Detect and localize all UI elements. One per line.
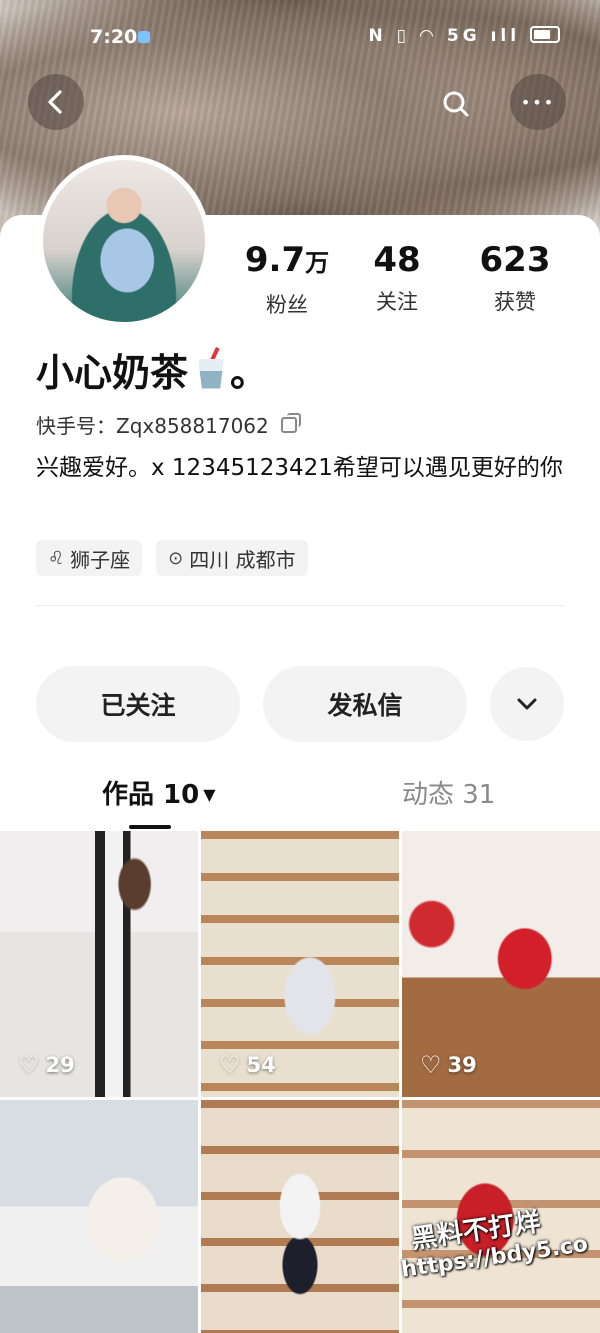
more-actions-button[interactable]: [490, 667, 564, 741]
content-tabs: 作品 10 ▼ 动态 31: [0, 770, 600, 830]
stat-following-label: 关注: [376, 290, 418, 314]
profile-name-suffix: 。: [230, 351, 269, 395]
status-time: 7:20: [90, 26, 138, 48]
video-tile[interactable]: ♡ 29: [0, 831, 198, 1097]
tab-posts[interactable]: 动态 31: [402, 774, 495, 811]
video-tile[interactable]: ♡ 54: [201, 831, 399, 1097]
active-tab-indicator: [129, 825, 171, 829]
signal-icons: N ▯ ◠ 5G ıll: [368, 26, 521, 46]
status-bar: 7:20 N ▯ ◠ 5G ıll: [0, 0, 600, 76]
location-icon: ⊙: [168, 547, 184, 569]
follow-button[interactable]: 已关注: [36, 666, 240, 742]
copy-icon[interactable]: [280, 412, 301, 433]
stat-likes[interactable]: 623 获赞: [460, 240, 570, 316]
video-like-count: 29: [45, 1053, 75, 1077]
message-button[interactable]: 发私信: [263, 666, 467, 742]
back-arrow-icon: [48, 90, 62, 114]
account-id-text: 快手号：Zqx858817062: [36, 414, 269, 438]
milk-tea-icon: [196, 346, 226, 389]
stat-likes-value: 623: [479, 240, 551, 280]
stat-fans[interactable]: 9.7万 粉丝: [232, 240, 342, 319]
search-button[interactable]: [428, 76, 484, 132]
tag-zodiac-label: 狮子座: [70, 547, 131, 572]
profile-stats: 9.7万 粉丝 48 关注 623 获赞: [232, 240, 600, 320]
account-id: 快手号：Zqx858817062: [36, 410, 301, 439]
stat-following[interactable]: 48 关注: [342, 240, 452, 316]
tag-zodiac[interactable]: ♌ 狮子座: [36, 540, 143, 576]
divider: [36, 605, 564, 606]
heart-icon: ♡: [18, 1051, 40, 1079]
chevron-down-icon: [517, 698, 537, 710]
profile-name-text: 小心奶茶: [36, 351, 189, 395]
search-icon: [443, 91, 469, 117]
notification-icon: [138, 31, 150, 43]
stat-following-value: 48: [373, 240, 421, 280]
avatar[interactable]: [38, 155, 210, 327]
profile-bio: 兴趣爱好。x 12345123421希望可以遇见更好的你: [36, 455, 563, 481]
stat-fans-unit: 万: [305, 249, 330, 277]
video-tile[interactable]: ♡82: [0, 1100, 198, 1333]
tab-works[interactable]: 作品 10 ▼: [102, 774, 216, 811]
stat-likes-label: 获赞: [494, 290, 536, 314]
tag-location-label: 四川 成都市: [189, 547, 296, 572]
zodiac-icon: ♌: [48, 547, 65, 569]
tag-location[interactable]: ⊙ 四川 成都市: [156, 540, 308, 576]
caret-down-icon: ▼: [203, 785, 216, 804]
back-button[interactable]: [28, 74, 84, 130]
video-like-count: 39: [447, 1053, 477, 1077]
tab-works-label: 作品 10: [102, 780, 200, 810]
battery-icon: [530, 26, 560, 43]
profile-tags: ♌ 狮子座 ⊙ 四川 成都市: [36, 540, 308, 576]
profile-name: 小心奶茶 。: [36, 342, 268, 397]
more-icon: •••: [520, 92, 556, 112]
video-tile[interactable]: ♡ 39: [402, 831, 600, 1097]
video-like-count: 54: [246, 1053, 276, 1077]
heart-icon: ♡: [420, 1051, 442, 1079]
heart-icon: ♡: [219, 1051, 241, 1079]
more-button[interactable]: •••: [510, 74, 566, 130]
stat-fans-label: 粉丝: [266, 293, 308, 317]
status-icons: N ▯ ◠ 5G ıll: [368, 26, 560, 46]
stat-fans-value: 9.7: [244, 240, 306, 280]
video-tile[interactable]: ♡63: [201, 1100, 399, 1333]
